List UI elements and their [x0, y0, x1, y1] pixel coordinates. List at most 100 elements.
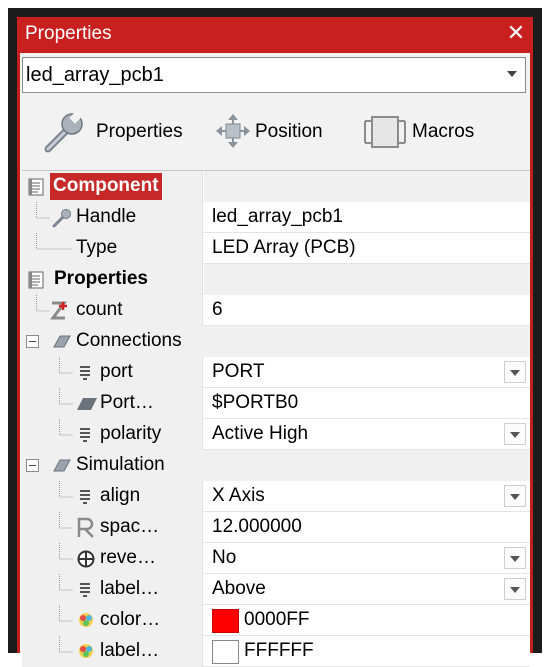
position-tab[interactable]: Position — [215, 105, 355, 161]
prop-align-label: align — [100, 485, 141, 506]
prop-type-value: LED Array (PCB) — [212, 237, 356, 258]
chevron-down-icon[interactable] — [504, 547, 526, 569]
category-component-namecell: Component — [22, 171, 203, 202]
prop-row-simulation-namecell: Simulation — [22, 450, 530, 481]
collapse-icon[interactable] — [26, 335, 39, 353]
prop-row-labelpos[interactable]: label… Above — [22, 574, 530, 605]
prop-row-spacing[interactable]: spac… 12.000000 — [22, 512, 530, 543]
chevron-down-icon[interactable] — [497, 58, 525, 92]
prop-row-type-namecell: Type — [22, 233, 203, 264]
category-component-highlight: Component — [50, 173, 162, 200]
category-properties-valcell — [204, 264, 530, 295]
chevron-down-icon[interactable] — [504, 485, 526, 507]
prop-count-value-cell[interactable]: 6 — [204, 295, 530, 326]
prop-row-polarity[interactable]: polarity Active High — [22, 419, 530, 450]
pin-icon — [76, 397, 98, 416]
prop-color-label: color… — [100, 609, 161, 630]
prop-labelcolor-value-cell[interactable]: FFFFFF — [204, 636, 530, 667]
prop-row-port-namecell: port — [22, 357, 203, 388]
prop-spacing-value-cell[interactable]: 12.000000 — [204, 512, 530, 543]
prop-portpin-value: $PORTB0 — [212, 392, 299, 413]
title-bar[interactable]: Properties ✕ — [17, 17, 533, 53]
prop-row-count[interactable]: count 6 — [22, 295, 530, 326]
collapse-icon[interactable] — [26, 459, 39, 477]
prop-color-value: 0000FF — [244, 609, 310, 630]
color-swatch[interactable] — [212, 640, 239, 664]
component-select-value: led_array_pcb1 — [26, 64, 164, 86]
prop-reverse-label: reve… — [100, 547, 156, 568]
prop-row-align-namecell: align — [22, 481, 203, 512]
prop-row-connections[interactable]: Connections — [22, 326, 530, 357]
position-tab-label: Position — [255, 121, 323, 142]
list-icon — [78, 365, 92, 386]
properties-window: Properties ✕ led_array_pcb1 Properties P… — [8, 8, 542, 667]
prop-row-reverse-namecell: reve… — [22, 543, 203, 574]
prop-reverse-value-cell[interactable]: No — [204, 543, 530, 574]
prop-port-value-cell[interactable]: PORT — [204, 357, 530, 388]
category-properties[interactable]: Properties — [22, 264, 530, 295]
group-icon — [52, 334, 72, 353]
prop-simulation-label: Simulation — [76, 454, 165, 475]
prop-row-labelpos-namecell: label… — [22, 574, 203, 605]
list-icon — [78, 489, 92, 510]
prop-polarity-value-cell[interactable]: Active High — [204, 419, 530, 450]
prop-port-label: port — [100, 361, 133, 382]
properties-tab[interactable]: Properties — [42, 105, 207, 161]
list-icon — [78, 582, 92, 603]
prop-align-value-cell[interactable]: X Axis — [204, 481, 530, 512]
list-icon — [78, 427, 92, 448]
prop-row-color-namecell: color… — [22, 605, 203, 636]
prop-type-value-cell[interactable]: LED Array (PCB) — [204, 233, 530, 264]
wrench-icon — [42, 111, 86, 160]
prop-row-labelcolor[interactable]: label… FFFFFF — [22, 636, 530, 667]
category-component-valcell — [204, 171, 530, 202]
prop-spacing-value: 12.000000 — [212, 516, 302, 537]
close-icon[interactable]: ✕ — [501, 18, 531, 48]
chevron-down-icon[interactable] — [504, 423, 526, 445]
component-select[interactable]: led_array_pcb1 — [22, 57, 526, 93]
prop-row-labelcolor-namecell: label… — [22, 636, 203, 667]
prop-handle-value-cell[interactable]: led_array_pcb1 — [204, 202, 530, 233]
prop-row-count-namecell: count — [22, 295, 203, 326]
prop-row-align[interactable]: align X Axis — [22, 481, 530, 512]
prop-align-value: X Axis — [212, 485, 265, 506]
category-icon — [28, 178, 44, 201]
prop-labelcolor-value: FFFFFF — [244, 640, 314, 661]
tree-connector — [59, 543, 73, 560]
tree-connector — [59, 481, 73, 498]
macro-block-icon — [364, 113, 406, 156]
color-swatch[interactable] — [212, 609, 239, 633]
chevron-down-icon[interactable] — [504, 361, 526, 383]
window-title: Properties — [25, 23, 112, 44]
color-palette-icon — [77, 642, 95, 665]
prop-row-portpin[interactable]: Port… $PORTB0 — [22, 388, 530, 419]
toolbar: Properties Position Macros — [20, 105, 530, 161]
prop-row-polarity-namecell: polarity — [22, 419, 203, 450]
prop-row-color[interactable]: color… 0000FF — [22, 605, 530, 636]
prop-row-spacing-namecell: spac… — [22, 512, 203, 543]
category-icon — [28, 271, 44, 294]
prop-spacing-label: spac… — [100, 516, 160, 537]
prop-row-portpin-namecell: Port… — [22, 388, 203, 419]
prop-row-handle[interactable]: Handle led_array_pcb1 — [22, 202, 530, 233]
prop-row-handle-namecell: Handle — [22, 202, 203, 233]
prop-portpin-label: Port… — [100, 392, 154, 413]
chevron-down-icon[interactable] — [504, 578, 526, 600]
group-icon — [52, 458, 72, 477]
prop-row-simulation[interactable]: Simulation — [22, 450, 530, 481]
prop-row-type[interactable]: Type LED Array (PCB) — [22, 233, 530, 264]
prop-color-value-cell[interactable]: 0000FF — [204, 605, 530, 636]
prop-portpin-value-cell[interactable]: $PORTB0 — [204, 388, 530, 419]
category-component[interactable]: Component — [22, 171, 530, 202]
macros-tab[interactable]: Macros — [364, 105, 514, 161]
prop-labelpos-value: Above — [212, 578, 266, 599]
prop-connections-label: Connections — [76, 330, 182, 351]
properties-tab-label: Properties — [96, 121, 183, 142]
prop-row-reverse[interactable]: reve… No — [22, 543, 530, 574]
prop-labelpos-value-cell[interactable]: Above — [204, 574, 530, 605]
prop-row-connections-namecell: Connections — [22, 326, 530, 357]
prop-type-label: Type — [76, 237, 118, 258]
prop-labelcolor-label: label… — [100, 640, 160, 661]
prop-row-port[interactable]: port PORT — [22, 357, 530, 388]
wrench-icon — [52, 208, 72, 233]
